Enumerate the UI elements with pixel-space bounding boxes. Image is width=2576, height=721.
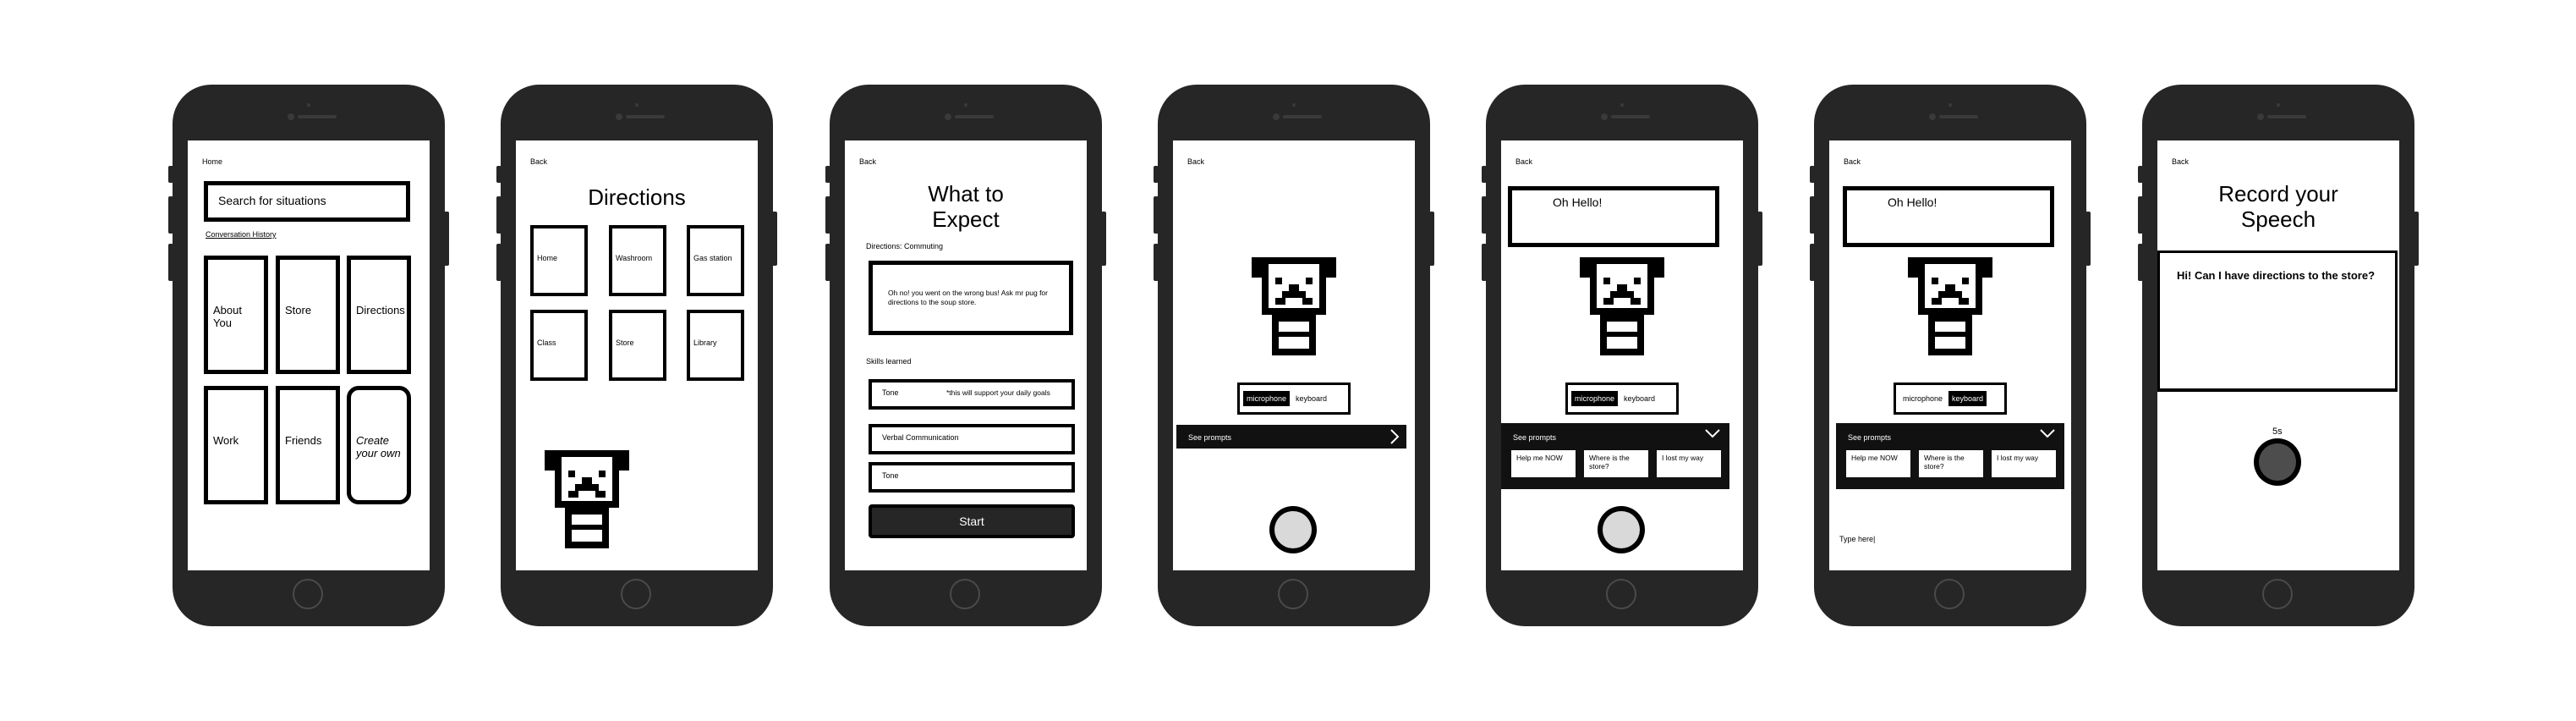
screen: Back microphone keyboard See prompts [1173,140,1415,570]
skill-row: Verbal Communication [869,424,1075,454]
speech-bubble: Oh Hello! [1843,186,2054,247]
pug-mascot-icon [545,450,629,548]
home-button[interactable] [2262,579,2293,609]
tile-class[interactable]: Class [530,310,588,381]
phone-prompts-keyboard-screen: Back Oh Hello! microphone keyboard See p… [1810,85,2091,626]
conversation-history-link[interactable]: Conversation History [206,230,277,239]
see-prompts-label[interactable]: See prompts [1513,433,1556,442]
prompt-option[interactable]: Help me NOW [1846,450,1910,477]
message-input[interactable]: Type here| [1839,535,1875,543]
see-prompts-label[interactable]: See prompts [1848,433,1891,442]
input-mode-toggle: microphone keyboard [1237,383,1351,415]
prompts-panel: See prompts Help me NOW Where is the sto… [1836,423,2064,489]
back-link[interactable]: Back [1515,157,1532,166]
speech-bubble: Oh Hello! [1508,186,1719,247]
prompt-option[interactable]: Where is the store? [1919,450,1983,477]
tile-washroom[interactable]: Washroom [609,225,666,296]
screen: Back Directions Home Washroom Gas statio… [516,140,758,570]
phone-conversation-screen: Back microphone keyboard See prompts [1154,85,1434,626]
phone-home-screen: Home Search for situations Conversation … [168,85,449,626]
skill-name: Tone [882,471,899,480]
chevron-down-icon[interactable] [2039,428,2056,438]
skill-row: Tone *this will support your daily goals [869,379,1075,410]
home-button[interactable] [1934,579,1965,609]
tile-create-your-own[interactable]: Create your own [347,386,411,504]
back-link[interactable]: Back [859,157,876,166]
start-button[interactable]: Start [869,504,1075,538]
skills-label: Skills learned [866,357,912,366]
tile-friends[interactable]: Friends [276,386,340,504]
home-button[interactable] [1606,579,1636,609]
pug-mascot-icon [1252,257,1336,355]
record-button[interactable] [1598,506,1645,553]
pug-mascot-icon [1580,257,1664,355]
skill-row: Tone [869,462,1075,493]
home-button[interactable] [1278,579,1308,609]
microphone-mode-button[interactable]: microphone [1899,391,1946,406]
back-link[interactable]: Back [530,157,547,166]
microphone-mode-button[interactable]: microphone [1571,391,1619,406]
screen: Back Oh Hello! microphone keyboard See p… [1829,140,2071,570]
page-title: What to Expect [928,181,1004,232]
home-button[interactable] [293,579,323,609]
keyboard-mode-button[interactable]: keyboard [1620,391,1658,406]
context-label: Directions: Commuting [866,242,944,250]
skill-name: Tone [882,388,899,397]
prompts-panel: See prompts Help me NOW Where is the sto… [1501,423,1729,489]
phone-record-speech-screen: Back Record your Speech Hi! Can I have d… [2138,85,2419,626]
skill-note: *this will support your daily goals [946,388,1050,397]
tile-about-you[interactable]: About You [204,256,268,374]
prompt-option[interactable]: Help me NOW [1511,450,1576,477]
tile-work[interactable]: Work [204,386,268,504]
recording-timer: 5s [2272,427,2283,437]
phone-what-to-expect-screen: Back What to Expect Directions: Commutin… [825,85,1106,626]
transcript-box: Hi! Can I have directions to the store? [2157,250,2398,391]
prompt-option[interactable]: Where is the store? [1584,450,1648,477]
tile-store[interactable]: Store [609,310,666,381]
back-link[interactable]: Back [2172,157,2189,166]
pug-mascot-icon [1908,257,1992,355]
screen: Back What to Expect Directions: Commutin… [845,140,1087,570]
scenario-box: Oh no! you went on the wrong bus! Ask mr… [869,261,1073,335]
tile-directions[interactable]: Directions [347,256,411,374]
record-button[interactable] [1269,506,1317,553]
microphone-mode-button[interactable]: microphone [1243,391,1291,406]
chevron-down-icon[interactable] [1704,428,1721,438]
search-input[interactable]: Search for situations [204,181,410,222]
tile-gas-station[interactable]: Gas station [687,225,744,296]
input-mode-toggle: microphone keyboard [1894,383,2007,415]
tile-home[interactable]: Home [530,225,588,296]
see-prompts-bar[interactable]: See prompts [1176,425,1406,449]
page-title: Record your Speech [2218,181,2338,232]
input-mode-toggle: microphone keyboard [1565,383,1679,415]
screen: Back Record your Speech Hi! Can I have d… [2157,140,2399,570]
tile-store[interactable]: Store [276,256,340,374]
back-link[interactable]: Back [1187,157,1204,166]
home-button[interactable] [621,579,651,609]
prompt-option[interactable]: I lost my way [1657,450,1721,477]
phone-directions-screen: Back Directions Home Washroom Gas statio… [496,85,777,626]
stop-recording-button[interactable] [2254,438,2301,486]
phone-prompts-microphone-screen: Back Oh Hello! microphone keyboard See p… [1482,85,1762,626]
screen: Home Search for situations Conversation … [188,140,430,570]
tile-library[interactable]: Library [687,310,744,381]
home-button[interactable] [950,579,980,609]
chevron-right-icon [1390,429,1400,444]
skill-name: Verbal Communication [882,433,959,442]
prompt-option[interactable]: I lost my way [1992,450,2056,477]
keyboard-mode-button[interactable]: keyboard [1948,391,1987,406]
back-link[interactable]: Back [1844,157,1861,166]
keyboard-mode-button[interactable]: keyboard [1292,391,1330,406]
nav-home-label: Home [202,157,223,166]
page-title: Directions [588,184,686,210]
screen: Back Oh Hello! microphone keyboard See p… [1501,140,1743,570]
see-prompts-label: See prompts [1188,433,1232,442]
